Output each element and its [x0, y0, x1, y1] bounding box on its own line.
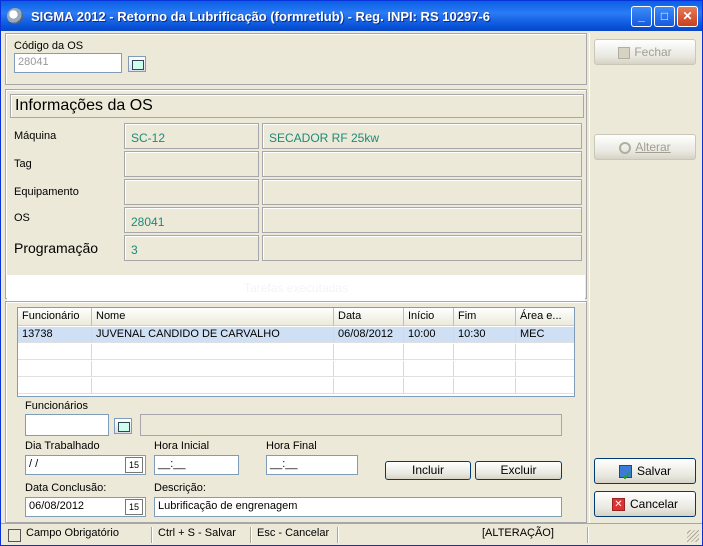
data-conclusao-label: Data Conclusão:	[25, 482, 107, 494]
cell-inicio: 10:00	[404, 327, 454, 343]
resize-grip[interactable]	[687, 530, 699, 542]
main-window: SIGMA 2012 - Retorno da Lubrificação (fo…	[0, 0, 703, 546]
info-equipamento-description	[262, 179, 582, 205]
table-row[interactable]: 13738 JUVENAL CANDIDO DE CARVALHO 06/08/…	[18, 327, 574, 343]
info-label-tag: Tag	[14, 158, 32, 170]
table-row-empty	[18, 361, 574, 377]
info-panel: Informações da OS Máquina SC-12 SECADOR …	[5, 89, 587, 299]
info-maquina-description: SECADOR RF 25kw	[262, 123, 582, 149]
col-data[interactable]: Data	[334, 308, 404, 326]
info-programacao-description	[262, 235, 582, 261]
cell-fim: 10:30	[454, 327, 516, 343]
os-code-label: Código da OS	[14, 40, 84, 52]
status-cancelar-shortcut: Esc - Cancelar	[257, 527, 330, 539]
maximize-button[interactable]: □	[654, 6, 675, 27]
dia-trabalhado-label: Dia Trabalhado	[25, 440, 100, 452]
alterar-button[interactable]: Alterar	[594, 134, 696, 160]
cell-area: MEC	[520, 328, 545, 340]
funcionarios-label: Funcionários	[25, 400, 88, 412]
col-inicio[interactable]: Início	[404, 308, 454, 326]
hora-inicial-input[interactable]: __:__	[154, 455, 239, 475]
fechar-label: Fechar	[634, 45, 672, 59]
fechar-button[interactable]: Fechar	[594, 39, 696, 65]
save-icon: ✓	[618, 465, 632, 483]
info-tag-code	[124, 151, 259, 177]
info-os-code: 28041	[124, 207, 259, 233]
table-row-empty	[18, 344, 574, 360]
col-area[interactable]: Área e...	[516, 308, 574, 326]
col-funcionario[interactable]: Funcionário	[18, 308, 92, 326]
app-icon	[7, 8, 23, 24]
os-code-input[interactable]: 28041	[14, 53, 122, 73]
hora-final-label: Hora Final	[266, 440, 317, 452]
cell-data: 06/08/2012	[334, 327, 404, 343]
os-code-panel: Código da OS 28041	[5, 33, 587, 85]
info-panel-title: Informações da OS	[10, 94, 584, 118]
info-equipamento-code	[124, 179, 259, 205]
info-label-equipamento: Equipamento	[14, 186, 79, 198]
salvar-button[interactable]: ✓ Salvar	[594, 458, 696, 484]
required-field-swatch	[8, 529, 21, 542]
alterar-label: Alterar	[635, 140, 671, 154]
excluir-button[interactable]: Excluir	[475, 461, 562, 480]
table-row-empty	[18, 378, 574, 394]
door-icon	[618, 46, 631, 59]
cancelar-label: Cancelar	[629, 497, 679, 511]
status-mode: [ALTERAÇÃO]	[482, 527, 554, 539]
status-obrigatorio: Campo Obrigatório	[26, 527, 119, 539]
title-bar[interactable]: SIGMA 2012 - Retorno da Lubrificação (fo…	[1, 1, 702, 31]
os-search-button[interactable]	[128, 56, 146, 72]
status-salvar-shortcut: Ctrl + S - Salvar	[158, 527, 236, 539]
funcionarios-name-display	[140, 414, 562, 436]
descricao-label: Descrição:	[154, 482, 206, 494]
hora-inicial-label: Hora Inicial	[154, 440, 210, 452]
info-maquina-code: SC-12	[124, 123, 259, 149]
right-pane: Fechar Alterar ✓ Salvar ✕ Cancelar	[589, 33, 701, 523]
info-label-programacao: Programação	[14, 240, 99, 256]
cell-funcionario: 13738	[18, 327, 92, 343]
info-programacao-code: 3	[124, 235, 259, 261]
window-title: SIGMA 2012 - Retorno da Lubrificação (fo…	[31, 9, 490, 24]
col-nome[interactable]: Nome	[92, 308, 334, 326]
info-label-os: OS	[14, 212, 30, 224]
gear-icon	[619, 141, 632, 154]
data-conclusao-calendar-icon[interactable]: 15	[125, 499, 143, 515]
table-header: Funcionário Nome Data Início Fim Área e.…	[18, 308, 574, 326]
cancel-icon: ✕	[611, 498, 625, 512]
status-bar: Campo Obrigatório Ctrl + S - Salvar Esc …	[1, 523, 702, 545]
info-tag-description	[262, 151, 582, 177]
funcionarios-input[interactable]	[25, 414, 109, 436]
info-label-maquina: Máquina	[14, 130, 57, 142]
col-fim[interactable]: Fim	[454, 308, 516, 326]
incluir-button[interactable]: Incluir	[385, 461, 471, 480]
info-os-description	[262, 207, 582, 233]
tasks-table[interactable]: Funcionário Nome Data Início Fim Área e.…	[17, 307, 575, 397]
salvar-label: Salvar	[636, 464, 671, 478]
minimize-button[interactable]: _	[631, 6, 652, 27]
close-button[interactable]: ✕	[677, 6, 698, 27]
funcionarios-search-button[interactable]	[114, 418, 132, 434]
descricao-input[interactable]: Lubrificação de engrenagem	[154, 497, 562, 517]
section-bar: Tarefas executadas	[7, 275, 585, 301]
dia-trabalhado-calendar-icon[interactable]: 15	[125, 457, 143, 473]
hora-final-input[interactable]: __:__	[266, 455, 358, 475]
cancelar-button[interactable]: ✕ Cancelar	[594, 491, 696, 517]
cell-nome: JUVENAL CANDIDO DE CARVALHO	[92, 327, 334, 343]
